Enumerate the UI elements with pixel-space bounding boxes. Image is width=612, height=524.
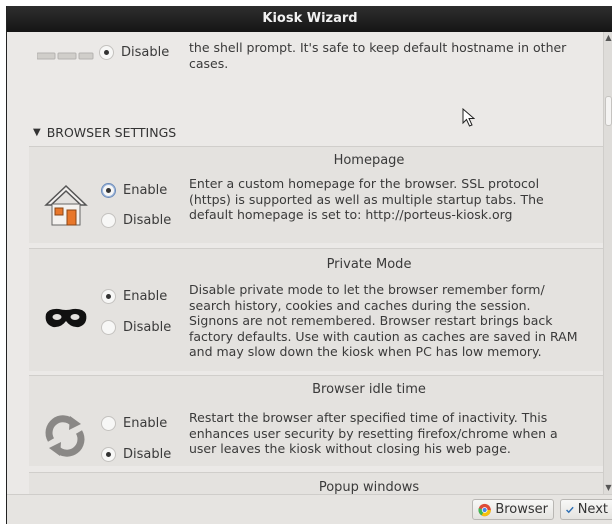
idle-time-disable-radio[interactable]: Disable <box>101 447 171 462</box>
radio-indicator[interactable] <box>101 289 116 304</box>
desc-line: Disable private mode to let the browser … <box>189 282 545 297</box>
wizard-window: Kiosk Wizard Disable the shell prompt. I… <box>6 6 612 524</box>
house-icon <box>43 183 89 231</box>
refresh-icon <box>43 414 87 462</box>
top-section-description: the shell prompt. It's safe to keep defa… <box>189 40 589 71</box>
desc-line: the shell prompt. It's safe to keep defa… <box>189 40 567 55</box>
browser-settings-group-header[interactable]: ▼ BROWSER SETTINGS <box>33 125 176 140</box>
radio-indicator[interactable] <box>101 447 116 462</box>
homepage-section: Homepage Enable Disable Enter a custom h… <box>29 146 604 243</box>
desc-line: enhances user security by resetting fire… <box>189 425 558 441</box>
radio-label: Enable <box>123 289 168 304</box>
private-mode-enable-radio[interactable]: Enable <box>101 289 167 304</box>
radio-label: Disable <box>123 213 172 228</box>
section-title: Popup windows <box>318 480 420 494</box>
chrome-icon <box>478 503 491 516</box>
vertical-scrollbar[interactable]: ▲ ▼ <box>603 32 612 494</box>
section-title: Homepage <box>333 153 405 168</box>
scrollbar-thumb[interactable] <box>605 96 612 126</box>
mask-icon <box>43 306 89 334</box>
desc-line: factory defaults. Use with caution as ca… <box>189 328 578 344</box>
radio-indicator[interactable] <box>101 183 116 198</box>
desc-line: cases. <box>189 55 229 71</box>
private-mode-disable-radio[interactable]: Disable <box>101 320 171 335</box>
radio-label: Disable <box>123 447 172 462</box>
wizard-button-bar: Browser Next <box>7 494 612 524</box>
section-description: Enter a custom homepage for the browser.… <box>189 176 589 223</box>
settings-scroll-area[interactable]: Disable the shell prompt. It's safe to k… <box>7 32 604 494</box>
section-title: Private Mode <box>326 257 412 272</box>
radio-label: Disable <box>121 45 170 60</box>
homepage-enable-radio[interactable]: Enable <box>101 183 167 198</box>
button-label: Browser <box>495 502 548 517</box>
window-titlebar[interactable]: Kiosk Wizard <box>7 6 612 32</box>
browser-button[interactable]: Browser <box>472 499 554 520</box>
scroll-down-arrow-icon[interactable]: ▼ <box>604 482 612 494</box>
desc-line: Signons are not remembered. Browser rest… <box>189 313 553 328</box>
idle-time-enable-radio[interactable]: Enable <box>101 416 167 431</box>
section-title: Browser idle time <box>312 382 426 397</box>
chevron-down-icon: ▼ <box>33 127 41 138</box>
section-description: Disable private mode to let the browser … <box>189 282 589 360</box>
radio-indicator[interactable] <box>101 213 116 228</box>
desc-line: Enter a custom homepage for the browser.… <box>189 176 540 191</box>
homepage-disable-radio[interactable]: Disable <box>101 213 171 228</box>
radio-label: Disable <box>123 320 172 335</box>
desc-line: (https) is supported as well as multiple… <box>189 191 544 207</box>
radio-label: Enable <box>123 183 168 198</box>
desc-line: default homepage is set to: http://porte… <box>189 207 513 222</box>
mouse-cursor-icon <box>462 107 476 131</box>
window-title: Kiosk Wizard <box>262 11 358 26</box>
desc-line: search history, cookies and caches durin… <box>189 297 531 313</box>
section-description: Restart the browser after specified time… <box>189 410 589 457</box>
button-label: Next <box>577 502 608 517</box>
next-button[interactable]: Next <box>560 499 612 520</box>
radio-label: Enable <box>123 416 168 431</box>
browser-idle-time-section: Browser idle time Enable Disable Restart… <box>29 375 604 466</box>
radio-indicator[interactable] <box>99 45 114 60</box>
scroll-up-arrow-icon[interactable]: ▲ <box>604 32 612 44</box>
desc-line: and may slow down the kiosk when PC has … <box>189 344 542 359</box>
checkmark-icon <box>566 506 574 513</box>
popup-windows-section: Popup windows <box>29 472 604 494</box>
hostname-icon <box>36 46 95 65</box>
private-mode-section: Private Mode Enable Disable Disable priv… <box>29 248 604 371</box>
desc-line: Restart the browser after specified time… <box>189 410 548 425</box>
group-label: BROWSER SETTINGS <box>46 125 177 140</box>
radio-indicator[interactable] <box>101 320 116 335</box>
radio-indicator[interactable] <box>101 416 116 431</box>
top-disable-radio[interactable]: Disable <box>99 45 169 60</box>
desc-line: user leaves the kiosk without closing hi… <box>189 441 511 456</box>
